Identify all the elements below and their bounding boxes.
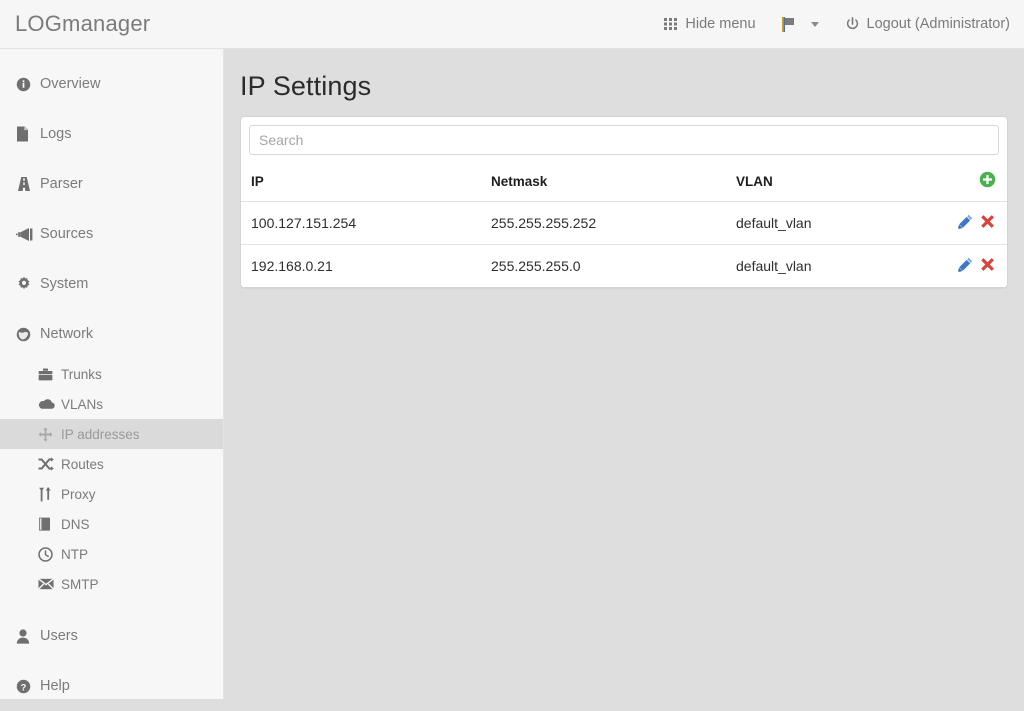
sidebar-item-overview[interactable]: Overview (0, 59, 223, 109)
pencil-icon[interactable] (958, 214, 973, 229)
sidebar-item-ntp[interactable]: NTP (0, 539, 223, 569)
cell-netmask: 255.255.255.0 (491, 244, 736, 287)
svg-text:?: ? (21, 682, 27, 692)
sidebar-label: VLANs (61, 396, 104, 412)
column-header-ip[interactable]: IP (241, 162, 491, 202)
move-arrows-icon (38, 426, 57, 442)
logout-button[interactable]: Logout (Administrator) (845, 16, 1010, 32)
cell-netmask: 255.255.255.252 (491, 201, 736, 245)
sidebar-item-trunks[interactable]: Trunks (0, 359, 223, 389)
globe-icon (16, 326, 36, 342)
search-input[interactable] (249, 125, 999, 155)
plus-circle-icon[interactable] (979, 171, 996, 188)
sidebar-label: Parser (40, 176, 83, 192)
cloud-icon (38, 397, 57, 411)
sidebar-item-logs[interactable]: Logs (0, 109, 223, 159)
sidebar-label: Overview (40, 76, 101, 92)
x-icon[interactable] (981, 257, 996, 272)
column-header-actions (951, 162, 1007, 202)
table-row[interactable]: 192.168.0.21 255.255.255.0 default_vlan (241, 244, 1007, 287)
ip-settings-table: IP Netmask VLAN 100.127.151.254 255.255.… (241, 162, 1007, 287)
power-icon (845, 16, 860, 32)
app-logo: LOGmanager (15, 11, 151, 36)
table-header: IP Netmask VLAN (241, 162, 1007, 202)
sidebar-label: Proxy (61, 486, 96, 502)
grid-icon (664, 17, 678, 31)
book-icon (38, 517, 57, 531)
road-icon (16, 176, 36, 192)
table-header-row: IP Netmask VLAN (241, 162, 1007, 202)
sidebar-item-system[interactable]: System (0, 259, 223, 309)
search-container (241, 117, 1007, 162)
sidebar-label: Routes (61, 456, 104, 472)
sidebar-item-sources[interactable]: Sources (0, 209, 223, 259)
row-action-group (958, 214, 996, 229)
info-circle-icon (16, 76, 36, 92)
sidebar-label: NTP (61, 546, 88, 562)
sidebar-label: Users (40, 628, 78, 644)
sidebar-label: IP addresses (61, 426, 140, 442)
sidebar-item-smtp[interactable]: SMTP (0, 569, 223, 599)
sidebar-item-parser[interactable]: Parser (0, 159, 223, 209)
main-content: IP Settings IP Netmask VLAN (225, 49, 1024, 699)
sidebar-item-network[interactable]: Network (0, 309, 223, 359)
flag-icon (781, 16, 799, 32)
x-icon[interactable] (981, 214, 996, 229)
sidebar-label: Sources (40, 226, 94, 242)
user-icon (16, 628, 36, 644)
question-circle-icon: ? (16, 678, 36, 694)
cell-ip: 192.168.0.21 (241, 244, 491, 287)
language-selector[interactable] (781, 16, 819, 32)
sidebar-item-routes[interactable]: Routes (0, 449, 223, 479)
hide-menu-button[interactable]: Hide menu (664, 16, 756, 32)
header-actions: Hide menu Logout (Administrator) (664, 16, 1024, 32)
sidebar-label: System (40, 276, 89, 292)
row-action-group (958, 257, 996, 272)
shuffle-icon (38, 457, 57, 471)
table-body: 100.127.151.254 255.255.255.252 default_… (241, 201, 1007, 287)
table-row[interactable]: 100.127.151.254 255.255.255.252 default_… (241, 201, 1007, 245)
cell-actions (951, 244, 1007, 287)
briefcase-icon (38, 367, 57, 381)
hide-menu-label: Hide menu (685, 16, 756, 32)
column-header-vlan[interactable]: VLAN (736, 162, 951, 202)
chevron-down-icon (810, 21, 819, 27)
updown-arrows-icon (38, 486, 57, 501)
sidebar-navigation: Overview Logs Parser Sources System Netw… (0, 49, 224, 699)
bullhorn-icon (16, 226, 36, 242)
column-header-netmask[interactable]: Netmask (491, 162, 736, 202)
sidebar-label: SMTP (61, 576, 99, 592)
pencil-icon[interactable] (958, 257, 973, 272)
envelope-icon (38, 577, 57, 591)
gear-icon (16, 276, 36, 292)
sidebar-label: Trunks (61, 366, 102, 382)
cell-vlan: default_vlan (736, 244, 951, 287)
sidebar-label: Network (40, 326, 94, 342)
sidebar-label: Logs (40, 126, 72, 142)
top-header-bar: LOGmanager Hide menu Logout (Administrat… (0, 0, 1024, 49)
sidebar-label: Help (40, 678, 70, 694)
sidebar-item-dns[interactable]: DNS (0, 509, 223, 539)
sidebar-item-users[interactable]: Users (0, 611, 223, 661)
page-title: IP Settings (240, 71, 372, 101)
cell-actions (951, 201, 1007, 245)
cell-vlan: default_vlan (736, 201, 951, 245)
sidebar-label: DNS (61, 516, 90, 532)
sidebar-item-vlans[interactable]: VLANs (0, 389, 223, 419)
cell-ip: 100.127.151.254 (241, 201, 491, 245)
sidebar-item-ip-addresses[interactable]: IP addresses (0, 419, 223, 449)
sidebar-item-proxy[interactable]: Proxy (0, 479, 223, 509)
logout-label: Logout (Administrator) (866, 16, 1010, 32)
file-icon (16, 126, 36, 142)
sidebar-item-help[interactable]: ? Help (0, 661, 223, 711)
clock-icon (38, 546, 57, 562)
ip-settings-panel: IP Netmask VLAN (240, 116, 1008, 288)
